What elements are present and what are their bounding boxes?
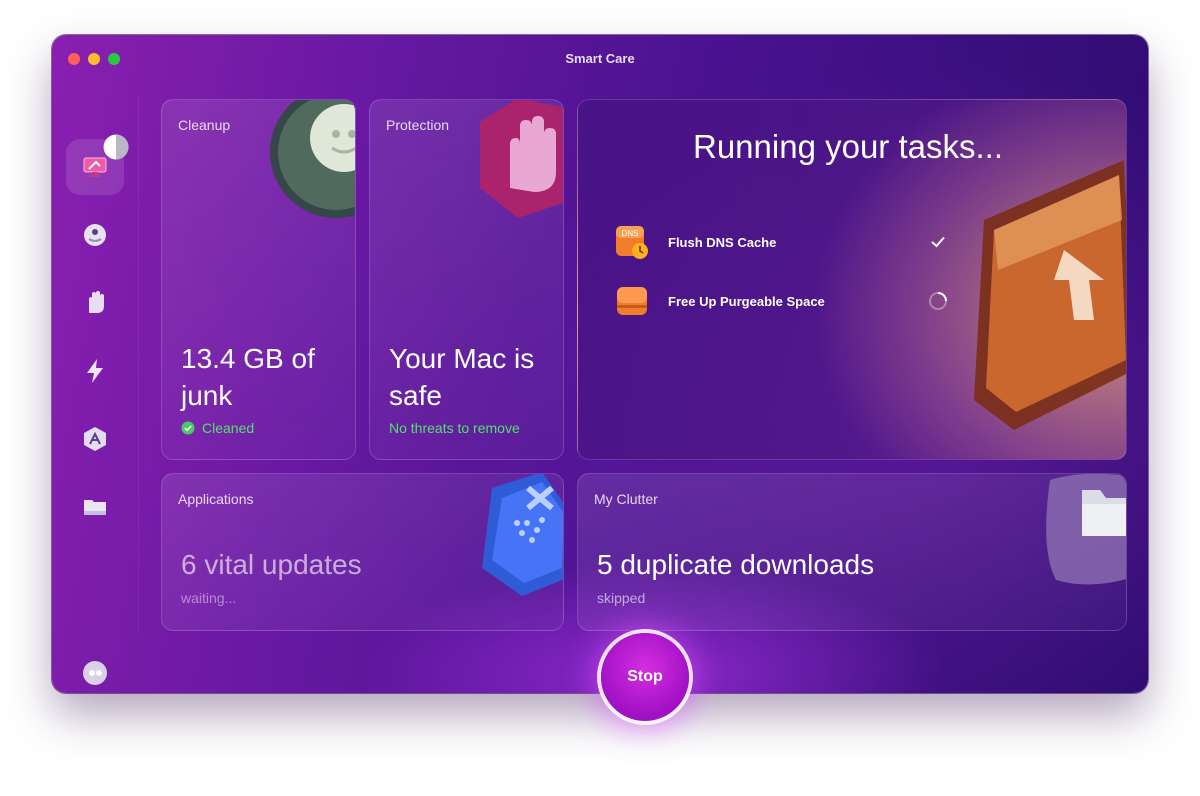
cleanup-headline: 13.4 GB of junk	[181, 343, 315, 411]
applications-status: waiting...	[181, 590, 237, 606]
applications-icon	[84, 427, 106, 451]
applications-headline: 6 vital updates	[181, 549, 362, 580]
protection-label: Protection	[386, 117, 450, 133]
my-clutter-card[interactable]: My Clutter 5 duplicate downloads skipped	[577, 473, 1127, 631]
sidebar-divider	[138, 95, 139, 635]
applications-card[interactable]: Applications 6 vital updates waiting...	[161, 473, 564, 631]
check-circle-icon	[181, 421, 195, 435]
protection-headline: Your Mac is safe	[389, 343, 535, 411]
running-tasks-card: Running your tasks... DNS Flush DNS Cach…	[577, 99, 1127, 460]
window-title: Smart Care	[565, 51, 635, 66]
task-done-check-icon	[931, 236, 945, 248]
applications-label: Applications	[178, 491, 254, 507]
purgeable-drive-icon	[617, 287, 647, 315]
protection-status: No threats to remove	[389, 420, 520, 436]
protection-shield-icon	[480, 100, 563, 218]
task-spinner-icon	[929, 292, 947, 310]
task-row-flush-dns: DNS Flush DNS Cache	[614, 222, 954, 262]
protection-hand-icon	[89, 291, 104, 313]
task-name: Free Up Purgeable Space	[668, 293, 825, 309]
assistant-button[interactable]	[66, 653, 124, 693]
files-folder-icon	[84, 500, 106, 515]
sidebar-item-protection[interactable]	[66, 275, 124, 331]
assistant-icon	[83, 661, 107, 685]
dns-icon-text: DNS	[622, 229, 639, 238]
clutter-status: skipped	[597, 590, 646, 606]
clutter-label: My Clutter	[594, 491, 658, 507]
clutter-headline: 5 duplicate downloads	[597, 549, 875, 580]
clutter-folder-icon	[1046, 474, 1126, 585]
stop-button[interactable]: Stop	[601, 633, 689, 721]
cleanup-status-text: Cleaned	[202, 420, 255, 436]
speed-bolt-icon	[87, 359, 103, 383]
sidebar-item-smart-care[interactable]	[66, 134, 129, 195]
sidebar-item-cleanup[interactable]	[66, 207, 124, 263]
cleanup-label: Cleanup	[178, 117, 231, 133]
title-bar: Smart Care	[52, 35, 1148, 81]
sidebar-item-applications[interactable]	[66, 411, 124, 467]
progress-badge-icon	[103, 134, 129, 160]
cleanup-status: Cleaned	[181, 420, 254, 436]
cleanup-icon	[84, 224, 106, 246]
protection-card[interactable]: Protection Your Mac is safe No threats t…	[369, 99, 564, 460]
sidebar-item-files[interactable]	[66, 479, 124, 535]
cleanup-disk-icon	[270, 100, 355, 218]
sidebar-item-performance[interactable]	[66, 343, 124, 399]
task-name: Flush DNS Cache	[668, 234, 777, 250]
smart-care-window: Smart Care Cleanup 13.4 GB of junk Clean…	[52, 35, 1148, 693]
task-row-purgeable-space: Free Up Purgeable Space	[614, 281, 954, 321]
cleaning-shield-illustration	[974, 160, 1126, 430]
sidebar	[52, 81, 138, 693]
tasks-title: Running your tasks...	[693, 128, 1003, 165]
applications-hex-icon	[482, 474, 563, 596]
cleanup-card[interactable]: Cleanup 13.4 GB of junk Cleaned	[161, 99, 356, 460]
dns-cache-icon: DNS	[616, 226, 648, 259]
